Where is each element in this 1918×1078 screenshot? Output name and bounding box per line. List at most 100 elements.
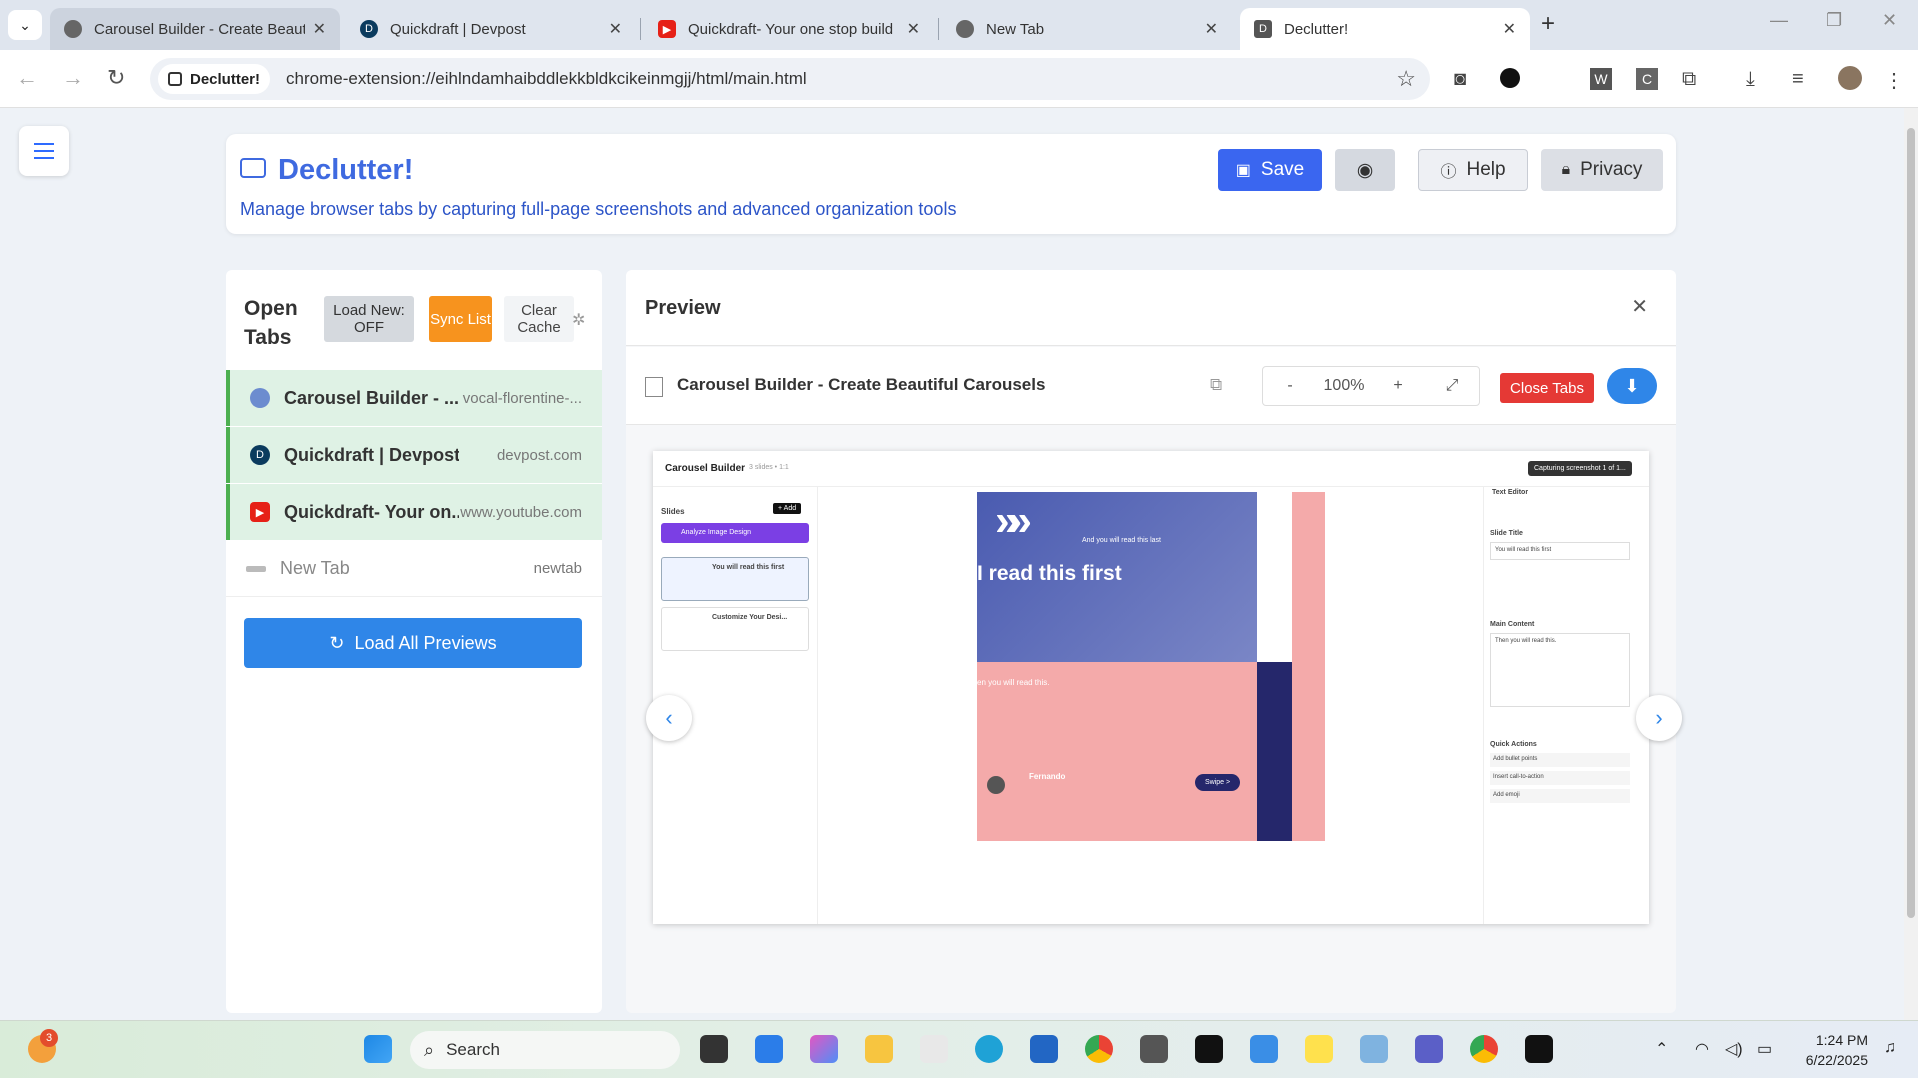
- camera-icon[interactable]: ◙: [1454, 68, 1466, 91]
- devpost-icon: D: [360, 20, 378, 38]
- close-icon[interactable]: ✕: [1631, 294, 1648, 319]
- hamburger-icon: [34, 143, 54, 145]
- browser-toolbar: ← → ↻ Declutter! chrome-extension://eihl…: [0, 50, 1918, 108]
- restore-icon[interactable]: ❐: [1826, 10, 1842, 31]
- file-explorer-icon[interactable]: [865, 1035, 893, 1063]
- avatar[interactable]: [1838, 66, 1862, 90]
- snipping-tool-icon[interactable]: [1360, 1035, 1388, 1063]
- close-icon[interactable]: ✕: [609, 19, 622, 39]
- sync-list-button[interactable]: Sync List: [429, 296, 492, 342]
- python-icon[interactable]: [1250, 1035, 1278, 1063]
- preview-header: Preview ✕: [626, 270, 1676, 346]
- close-icon[interactable]: ✕: [313, 19, 326, 39]
- question-icon: ⓘ: [1440, 164, 1457, 181]
- avatar: [987, 776, 1005, 794]
- download-button[interactable]: ⬇: [1607, 368, 1657, 404]
- clock[interactable]: 1:24 PM 6/22/2025: [1806, 1030, 1868, 1070]
- extension-circle-icon[interactable]: [1500, 68, 1520, 88]
- menu-button[interactable]: [19, 126, 69, 176]
- globe-icon: [64, 20, 82, 38]
- newtab-icon: [246, 565, 266, 572]
- lock-icon: 🔒︎: [1561, 161, 1571, 178]
- c-extension-icon[interactable]: C: [1636, 68, 1658, 90]
- address-bar[interactable]: Declutter! chrome-extension://eihlndamha…: [150, 58, 1430, 100]
- menu-dots-icon[interactable]: ⋮: [1884, 68, 1904, 93]
- close-icon[interactable]: ✕: [1503, 19, 1516, 39]
- w-extension-icon[interactable]: W: [1590, 68, 1612, 90]
- task-view-icon[interactable]: [700, 1035, 728, 1063]
- tab-list-item[interactable]: ▶ Quickdraft- Your on... www.youtube.com: [226, 484, 602, 540]
- youtube-icon: ▶: [250, 502, 270, 522]
- app-subtitle: Manage browser tabs by capturing full-pa…: [240, 199, 957, 219]
- battery-icon[interactable]: ▭: [1757, 1039, 1772, 1059]
- chrome-profile-icon[interactable]: [1470, 1035, 1498, 1063]
- browser-tab-youtube[interactable]: ▶ Quickdraft- Your one stop build ✕: [644, 8, 934, 50]
- back-icon[interactable]: ←: [16, 65, 38, 91]
- chrome-icon[interactable]: [1085, 1035, 1113, 1063]
- capture-tooltip: Capturing screenshot 1 of 1...: [1528, 461, 1632, 476]
- zoom-in-button[interactable]: +: [1371, 377, 1425, 395]
- theme-button[interactable]: ◉: [1335, 149, 1395, 191]
- chevron-up-icon[interactable]: ⌃: [1655, 1039, 1668, 1059]
- camera-icon[interactable]: [1140, 1035, 1168, 1063]
- previous-arrow-button[interactable]: ‹: [646, 695, 692, 741]
- bookmark-star-icon[interactable]: ☆: [1396, 66, 1416, 92]
- open-external-icon[interactable]: ⧉: [1210, 375, 1222, 395]
- screenshot-preview: Carousel Builder 3 slides • 1:1 Capturin…: [653, 451, 1649, 924]
- close-icon[interactable]: ✕: [907, 19, 920, 39]
- next-arrow-button[interactable]: ›: [1636, 695, 1682, 741]
- browser-tab-newtab[interactable]: New Tab ✕: [942, 8, 1232, 50]
- browser-tab-devpost[interactable]: D Quickdraft | Devpost ✕: [346, 8, 636, 50]
- fullscreen-icon[interactable]: ⤢: [1425, 377, 1479, 395]
- store-icon[interactable]: [1030, 1035, 1058, 1063]
- download-icon[interactable]: ⤓: [1746, 68, 1755, 91]
- tab-separator: [640, 18, 641, 40]
- open-tabs-heading: Open Tabs: [244, 297, 298, 349]
- preview-heading: Preview: [645, 297, 721, 319]
- gear-icon[interactable]: ✲: [572, 310, 585, 330]
- tab-list-item[interactable]: Carousel Builder - ... vocal-florentine-…: [226, 370, 602, 426]
- widgets-icon[interactable]: [755, 1035, 783, 1063]
- zoom-out-button[interactable]: -: [1263, 377, 1317, 395]
- puzzle-icon[interactable]: ⧉: [1682, 68, 1696, 91]
- new-tab-button[interactable]: +: [1541, 10, 1555, 38]
- tab-list-item[interactable]: New Tab newtab: [226, 541, 602, 597]
- chevrons-icon: »»: [995, 496, 1032, 545]
- reload-icon[interactable]: ↻: [107, 65, 125, 91]
- capcut-icon[interactable]: [1525, 1035, 1553, 1063]
- volume-icon[interactable]: ◁): [1725, 1039, 1743, 1059]
- close-icon[interactable]: ✕: [1205, 19, 1218, 39]
- forward-icon[interactable]: →: [62, 65, 84, 91]
- browser-tab-carousel[interactable]: Carousel Builder - Create Beaut ✕: [50, 8, 340, 50]
- browser-tab-declutter[interactable]: D Declutter! ✕: [1240, 8, 1530, 50]
- zoom-level: 100%: [1323, 377, 1365, 394]
- load-all-previews-button[interactable]: ↻ Load All Previews: [244, 618, 582, 668]
- load-new-toggle[interactable]: Load New: OFF: [324, 296, 414, 342]
- notepad-icon[interactable]: [920, 1035, 948, 1063]
- tab-search-button[interactable]: ⌄: [8, 10, 42, 40]
- inbox-icon: [240, 158, 266, 178]
- terminal-icon[interactable]: [1195, 1035, 1223, 1063]
- sticky-notes-icon[interactable]: [1305, 1035, 1333, 1063]
- edge-icon[interactable]: [975, 1035, 1003, 1063]
- help-button[interactable]: ⓘ Help: [1418, 149, 1528, 191]
- teams-icon[interactable]: [1415, 1035, 1443, 1063]
- taskbar-search[interactable]: ⌕ Search: [410, 1031, 680, 1069]
- save-button[interactable]: ▣ Save: [1218, 149, 1322, 191]
- notification-bell-icon[interactable]: ♫: [1884, 1039, 1896, 1057]
- copilot-icon[interactable]: [810, 1035, 838, 1063]
- close-tabs-button[interactable]: Close Tabs: [1500, 373, 1594, 403]
- privacy-button[interactable]: 🔒︎ Privacy: [1541, 149, 1663, 191]
- window-close-icon[interactable]: ✕: [1882, 10, 1897, 31]
- tab-list-item[interactable]: D Quickdraft | Devpost devpost.com: [226, 427, 602, 483]
- windows-start-icon[interactable]: [364, 1035, 392, 1063]
- open-tabs-panel: Open Tabs Load New: OFF Sync List Clear …: [226, 270, 602, 1013]
- tab-separator: [938, 18, 939, 40]
- site-chip[interactable]: Declutter!: [158, 64, 271, 94]
- minimize-icon[interactable]: —: [1770, 10, 1788, 31]
- media-icon[interactable]: ≡: [1792, 68, 1804, 91]
- page-scrollbar[interactable]: [1904, 108, 1918, 1020]
- globe-icon: [250, 388, 270, 408]
- wifi-icon[interactable]: ◠: [1695, 1039, 1709, 1059]
- clear-cache-button[interactable]: Clear Cache: [504, 296, 574, 342]
